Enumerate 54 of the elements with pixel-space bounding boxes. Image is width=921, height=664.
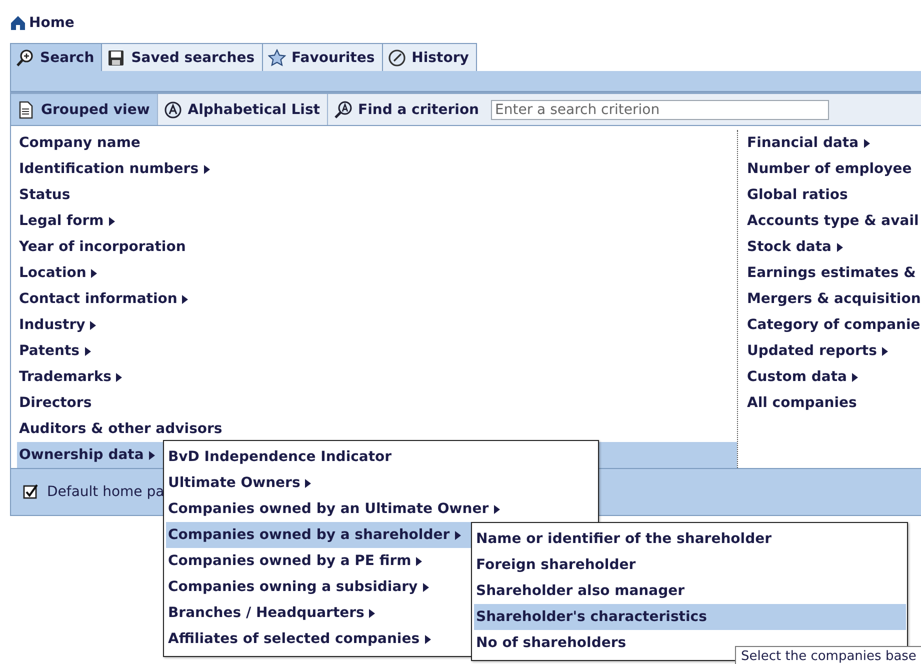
menu-item[interactable]: BvD Independence Indicator <box>166 444 396 470</box>
checkbox[interactable] <box>23 484 39 500</box>
tooltip: Select the companies base <box>735 646 921 664</box>
criterion-item[interactable]: Earnings estimates & <box>745 260 921 286</box>
checkbox-label: Default home pa <box>47 484 164 500</box>
document-icon <box>17 100 35 118</box>
submenu-item[interactable]: No of shareholders <box>474 630 630 656</box>
home-icon[interactable] <box>10 15 26 31</box>
criterion-item[interactable]: All companies <box>745 390 921 416</box>
criterion-item[interactable]: Number of employee <box>745 156 921 182</box>
criterion-item[interactable]: Trademarks <box>17 364 737 390</box>
view-tab[interactable]: Alphabetical List <box>158 94 328 125</box>
criterion-item[interactable]: Auditors & other advisors <box>17 416 737 442</box>
criterion-item[interactable]: Identification numbers <box>17 156 737 182</box>
criterion-item[interactable]: Contact information <box>17 286 737 312</box>
tab[interactable]: History <box>382 43 477 71</box>
criterion-item[interactable]: Category of companie <box>745 312 921 338</box>
criterion-item[interactable]: Accounts type & avail <box>745 208 921 234</box>
letter-circle-icon <box>164 100 182 118</box>
menu-item[interactable]: Ultimate Owners <box>166 470 316 496</box>
tab[interactable]: Search <box>10 43 102 71</box>
view-tab[interactable]: Grouped view <box>11 94 158 125</box>
search-field[interactable]: Enter a search criterion <box>491 100 830 120</box>
menu-item[interactable]: Companies owned by an Ultimate Owner <box>166 496 504 522</box>
menu-item[interactable]: Companies owned by a PE firm <box>166 548 426 574</box>
tab[interactable]: Saved searches <box>101 43 263 71</box>
criterion-item[interactable]: Financial data <box>745 130 921 156</box>
criterion-item[interactable]: Directors <box>17 390 737 416</box>
menu-item[interactable]: Companies owning a subsidiary <box>166 574 433 600</box>
criterion-item[interactable]: Location <box>17 260 737 286</box>
submenu-item[interactable]: Name or identifier of the shareholder <box>474 526 776 552</box>
submenu-item[interactable]: Shareholder also manager <box>474 578 689 604</box>
find-letter-icon <box>334 100 352 118</box>
criterion-item[interactable]: Status <box>17 182 737 208</box>
criterion-item[interactable]: Patents <box>17 338 737 364</box>
criterion-item[interactable]: Stock data <box>745 234 921 260</box>
star-icon <box>268 48 286 66</box>
submenu-item[interactable]: Shareholder's characteristics <box>474 604 906 630</box>
criterion-item[interactable]: Updated reports <box>745 338 921 364</box>
tab[interactable]: Favourites <box>262 43 383 71</box>
criterion-item[interactable]: Industry <box>17 312 737 338</box>
breadcrumb-home[interactable]: Home <box>29 15 74 31</box>
menu-item[interactable]: Affiliates of selected companies <box>166 626 435 652</box>
search-icon <box>16 48 34 66</box>
criterion-item[interactable]: Custom data <box>745 364 921 390</box>
criterion-item[interactable]: Mergers & acquisition <box>745 286 921 312</box>
criterion-item[interactable]: Company name <box>17 130 737 156</box>
criterion-item[interactable]: Year of incorporation <box>17 234 737 260</box>
criterion-item[interactable]: Global ratios <box>745 182 921 208</box>
menu-item[interactable]: Companies owned by a shareholder <box>166 522 471 548</box>
submenu-item[interactable]: Foreign shareholder <box>474 552 640 578</box>
criterion-item[interactable]: Legal form <box>17 208 737 234</box>
find-label: Find a criterion <box>358 102 480 118</box>
menu-item[interactable]: Branches / Headquarters <box>166 600 380 626</box>
